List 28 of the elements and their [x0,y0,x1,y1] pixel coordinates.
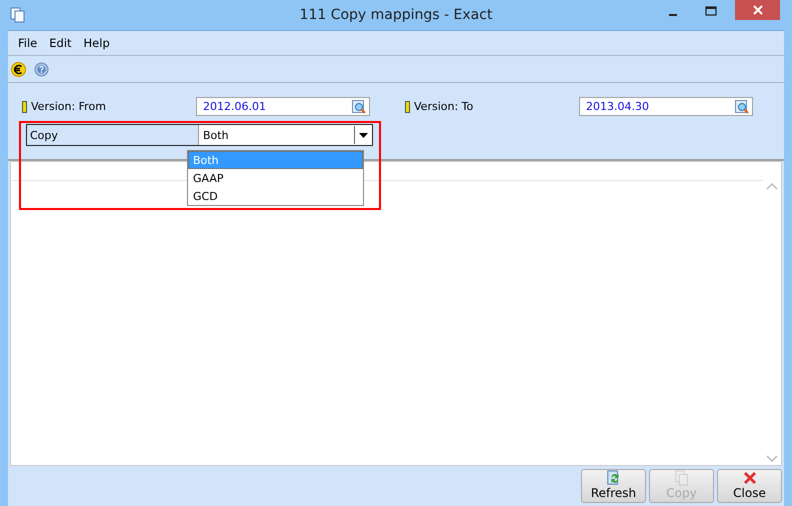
field-label: Version: To [414,100,474,113]
date-field[interactable]: 2012.06.01 [196,97,370,116]
close-icon [742,470,758,486]
caret-icon [359,132,368,138]
field-label: Copy [30,128,58,142]
help-icon[interactable] [34,62,49,76]
dropdown-option[interactable]: GAAP [188,169,363,187]
app-icon [10,7,26,23]
refresh-icon [606,470,622,486]
close-button[interactable]: Close [717,469,782,503]
lookup-icon[interactable] [352,100,366,114]
copy-icon [674,470,690,486]
required-marker [22,100,27,112]
lookup-icon[interactable] [735,100,749,114]
menu-item[interactable]: Help [78,34,116,52]
copy-dropdown[interactable]: Both [199,125,372,145]
date-field[interactable]: 2013.04.30 [579,97,753,116]
dropdown-option[interactable]: GCD [188,187,363,205]
field-label: Version: From [31,100,106,113]
menu-item[interactable]: File [12,34,44,52]
euro-icon[interactable] [11,62,26,76]
refresh-button[interactable]: Refresh [581,469,646,503]
menu-item[interactable]: Edit [43,34,78,52]
window-title: 111 Copy mappings - Exact [300,7,492,23]
close-button[interactable] [735,0,780,20]
required-marker [405,100,410,112]
maximize-icon[interactable] [705,4,717,16]
close-icon [752,5,762,15]
